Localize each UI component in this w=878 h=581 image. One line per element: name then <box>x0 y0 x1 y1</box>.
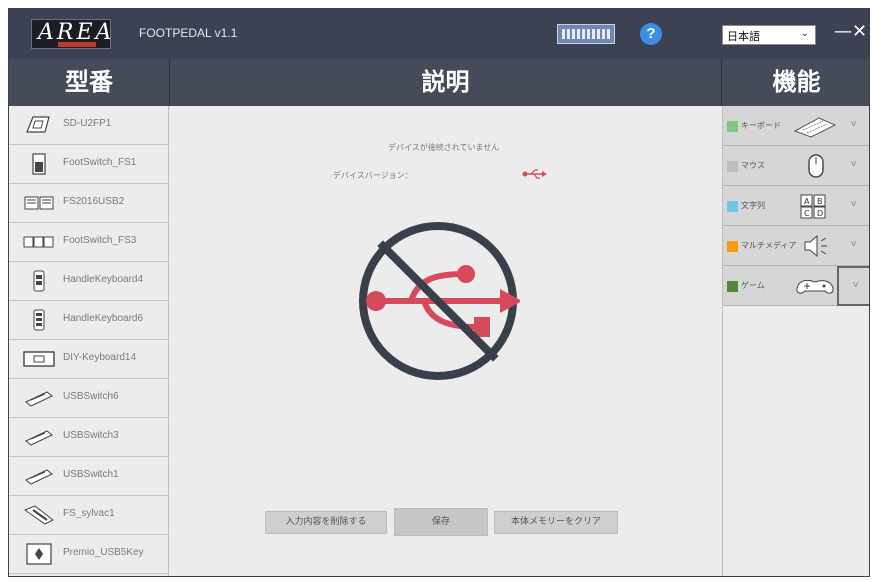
model-item[interactable]: HandleKeyboard6 <box>9 301 169 340</box>
keyboard-settings-icon[interactable] <box>557 24 615 44</box>
usb-icon <box>522 169 547 179</box>
model-item[interactable]: FS2016USB2 <box>9 184 169 223</box>
model-label: FS2016USB2 <box>63 196 125 207</box>
keyboard-icon <box>793 117 837 138</box>
models-header: 型番 <box>9 59 169 106</box>
gamepad-icon <box>796 279 834 294</box>
expand-toggle[interactable]: v <box>837 266 869 306</box>
model-item[interactable]: FS_sylvac1 <box>9 496 169 535</box>
close-button[interactable]: ✕ <box>852 21 867 42</box>
function-label: マルチメディア <box>741 241 797 250</box>
title-bar: AREA FOOTPEDAL v1.1 ? 日本語 ⌄ — ✕ <box>9 9 869 59</box>
chevron-down-icon[interactable]: v <box>851 159 856 169</box>
chevron-down-icon: v <box>853 280 859 290</box>
model-label: USBSwitch6 <box>63 391 119 402</box>
model-label: USBSwitch1 <box>63 469 119 480</box>
color-swatch <box>727 281 738 292</box>
model-label: HandleKeyboard4 <box>63 274 144 285</box>
model-item[interactable]: USBSwitch3 <box>9 418 169 457</box>
speaker-icon <box>804 234 827 258</box>
model-label: FootSwitch_FS3 <box>63 235 137 246</box>
model-label: USBSwitch3 <box>63 430 119 441</box>
function-item-text[interactable]: 文字列 A B C D v <box>723 186 869 226</box>
double-pedal-icon <box>24 196 54 210</box>
model-item[interactable]: SD-U2FP1 <box>9 106 169 145</box>
model-item[interactable]: DIY-Keyboard14 <box>9 340 169 379</box>
device-status: デバイスが接続されていません <box>388 143 500 152</box>
model-item[interactable]: HandleKeyboard4 <box>9 262 169 301</box>
description-header: 説明 <box>170 59 721 106</box>
help-icon[interactable]: ? <box>640 23 662 45</box>
footswitch-icon <box>32 153 46 175</box>
clear-memory-button[interactable]: 本体メモリーをクリア <box>494 511 618 534</box>
chevron-down-icon[interactable]: v <box>851 199 856 209</box>
five-key-icon <box>26 543 52 565</box>
model-item[interactable]: FootSwitch_FS3 <box>9 223 169 262</box>
svg-text:D: D <box>817 209 823 218</box>
usb-switch-icon <box>25 391 53 407</box>
model-item[interactable]: USBSwitch1 <box>9 457 169 496</box>
description-panel: デバイスが接続されていません デバイスバージョン： 入力内容を削除する 保存 本… <box>170 106 721 576</box>
sylvac-icon <box>23 505 54 525</box>
triple-pedal-icon <box>23 236 54 248</box>
mouse-icon <box>808 154 824 178</box>
model-item[interactable]: FootSwitch_FS1 <box>9 145 169 184</box>
abcd-icon: A B C D <box>800 194 826 219</box>
pedal-icon <box>26 116 50 133</box>
function-label: 文字列 <box>741 201 765 210</box>
color-swatch <box>727 121 738 132</box>
color-swatch <box>727 161 738 172</box>
usb-disconnected-icon <box>359 222 520 380</box>
language-value: 日本語 <box>727 30 760 43</box>
usb-switch-icon <box>25 469 53 485</box>
function-item-game[interactable]: ゲーム v <box>723 266 869 306</box>
model-label: DIY-Keyboard14 <box>63 352 137 363</box>
svg-text:B: B <box>817 197 823 206</box>
function-item-mouse[interactable]: マウス v <box>723 146 869 186</box>
handle-keyboard-icon <box>33 309 45 331</box>
model-label: SD-U2FP1 <box>63 118 112 129</box>
functions-header: 機能 <box>722 59 869 106</box>
function-item-multimedia[interactable]: マルチメディア v <box>723 226 869 266</box>
app-title: FOOTPEDAL v1.1 <box>139 26 238 40</box>
color-swatch <box>727 241 738 252</box>
model-label: FS_sylvac1 <box>63 508 115 519</box>
color-swatch <box>727 201 738 212</box>
area-logo: AREA <box>31 19 111 49</box>
function-item-keyboard[interactable]: キーボード v <box>723 106 869 146</box>
save-button[interactable]: 保存 <box>394 508 488 536</box>
chevron-down-icon[interactable]: v <box>851 119 856 129</box>
language-select[interactable]: 日本語 ⌄ <box>722 25 816 45</box>
delete-input-button[interactable]: 入力内容を削除する <box>265 511 387 534</box>
model-item[interactable]: Premio_USB5Key <box>9 535 169 574</box>
device-version-label: デバイスバージョン： <box>333 171 413 180</box>
function-label: ゲーム <box>741 281 765 290</box>
handle-keyboard-icon <box>33 270 45 292</box>
svg-text:A: A <box>804 197 810 206</box>
usb-switch-icon <box>25 430 53 446</box>
app-window: AREA FOOTPEDAL v1.1 ? 日本語 ⌄ — ✕ 型番 説明 機能… <box>8 8 870 577</box>
function-label: マウス <box>741 161 765 170</box>
svg-text:C: C <box>804 209 810 218</box>
logo-underline <box>58 42 96 47</box>
model-label: FootSwitch_FS1 <box>63 157 137 168</box>
chevron-down-icon: ⌄ <box>800 28 809 39</box>
model-item[interactable]: USBSwitch6 <box>9 379 169 418</box>
model-label: HandleKeyboard6 <box>63 313 144 324</box>
chevron-down-icon[interactable]: v <box>851 239 856 249</box>
function-label: キーボード <box>741 121 781 130</box>
diy-keyboard-icon <box>23 351 55 367</box>
model-label: Premio_USB5Key <box>63 547 144 558</box>
model-list: SD-U2FP1 FootSwitch_FS1 FS2016USB2 FootS… <box>9 106 169 576</box>
function-list: キーボード v マウス v 文字列 A B C D v マルチメディア v ゲー… <box>722 106 869 576</box>
minimize-button[interactable]: — <box>834 21 852 42</box>
